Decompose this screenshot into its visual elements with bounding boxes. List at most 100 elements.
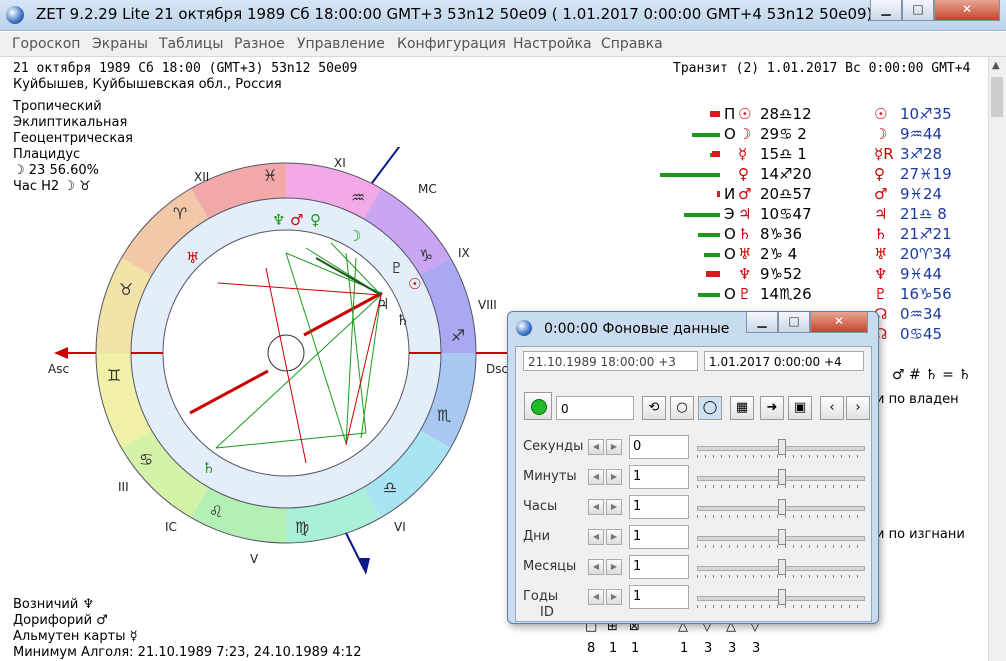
- menu-control[interactable]: Управление: [297, 36, 385, 52]
- step-slider[interactable]: [695, 465, 867, 489]
- menu-horoscope[interactable]: Гороскоп: [12, 36, 80, 52]
- natal-position: 20♎57: [760, 185, 812, 203]
- planet-mars[interactable]: ♂: [290, 211, 303, 229]
- scroll-up-arrow[interactable]: ▲: [992, 60, 1000, 71]
- increment-button[interactable]: ▶: [606, 529, 622, 545]
- step-value-input[interactable]: 0: [629, 435, 689, 459]
- house-ic: IC: [165, 520, 177, 534]
- setting-zodiac: Тропический: [13, 99, 102, 114]
- menu-misc[interactable]: Разное: [234, 36, 285, 52]
- save-icon[interactable]: ▣: [788, 396, 812, 420]
- footer-algol: Минимум Алголя: 21.10.1989 7:23, 24.10.1…: [13, 645, 362, 660]
- decrement-button[interactable]: ◀: [588, 439, 604, 455]
- dialog-minimize-button[interactable]: ▁: [746, 312, 778, 333]
- aspect-count: 1: [680, 641, 689, 656]
- slider-knob[interactable]: [778, 469, 786, 485]
- menu-configuration[interactable]: Конфигурация: [397, 36, 506, 52]
- natal-datetime-field[interactable]: 21.10.1989 18:00:00 +3: [523, 351, 698, 371]
- dialog-title: 0:00:00 Фоновые данные: [544, 321, 730, 337]
- vertical-scrollbar[interactable]: ▲: [988, 57, 1006, 661]
- slider-knob[interactable]: [778, 589, 786, 605]
- menu-settings[interactable]: Настройка: [513, 36, 592, 52]
- run-button[interactable]: [524, 392, 552, 420]
- slider-knob[interactable]: [778, 439, 786, 455]
- slider-knob[interactable]: [778, 559, 786, 575]
- menu-screens[interactable]: Экраны: [92, 36, 148, 52]
- dialog-body: 21.10.1989 18:00:00 +3 1.01.2017 0:00:00…: [515, 346, 872, 622]
- prev-button[interactable]: ‹: [820, 396, 844, 420]
- step-value-input[interactable]: 1: [629, 555, 689, 579]
- planet-saturn[interactable]: ♄: [396, 311, 409, 329]
- step-slider[interactable]: [695, 495, 867, 519]
- horoscope-wheel[interactable]: XII XI MC IX VIII Dsc VI V IC III Asc ♓ …: [40, 147, 520, 587]
- step-value-input[interactable]: 1: [629, 525, 689, 549]
- decrement-button[interactable]: ◀: [588, 529, 604, 545]
- sign-libra: ♎: [383, 478, 397, 497]
- next-button[interactable]: ›: [846, 396, 870, 420]
- close-button[interactable]: ✕: [934, 0, 1000, 21]
- footer-charioteer: Возничий ♆: [13, 597, 95, 612]
- planet-uranus[interactable]: ♅: [186, 249, 199, 267]
- house-ix: IX: [458, 246, 470, 260]
- step-value-input[interactable]: 1: [629, 585, 689, 609]
- step-slider[interactable]: [695, 555, 867, 579]
- sign-taurus: ♉: [119, 280, 133, 299]
- dialog-maximize-button[interactable]: □: [778, 312, 810, 333]
- step-slider[interactable]: [695, 435, 867, 459]
- planet-jupiter[interactable]: ♃: [376, 295, 389, 313]
- step-row-label: Секунды: [523, 439, 584, 454]
- step-row-label: Часы: [523, 499, 558, 514]
- menu-bar: Гороскоп Экраны Таблицы Разное Управлени…: [0, 32, 1006, 57]
- step-value-input[interactable]: 1: [629, 465, 689, 489]
- planet-moon[interactable]: ☽: [348, 227, 361, 245]
- transit-position: 16♑56: [900, 285, 952, 303]
- increment-button[interactable]: ▶: [606, 559, 622, 575]
- reset-icon[interactable]: ⟲: [642, 396, 666, 420]
- decrement-button[interactable]: ◀: [588, 589, 604, 605]
- natal-line: 21 октября 1989 Сб 18:00 (GMT+3) 53n12 5…: [13, 61, 358, 76]
- calendar-icon[interactable]: ▦: [730, 396, 754, 420]
- scroll-thumb[interactable]: [991, 77, 1003, 117]
- planet-venus[interactable]: ♀: [310, 211, 321, 229]
- minimize-button[interactable]: ▁: [870, 0, 902, 21]
- step-field[interactable]: 0: [556, 396, 634, 420]
- planet-row: ♀ 14♐20 ♀ 27♓19: [660, 165, 980, 185]
- step-slider[interactable]: [695, 585, 867, 609]
- slider-knob[interactable]: [778, 529, 786, 545]
- planet-row: П ☉ 28♎12 ☉ 10♐35: [680, 105, 980, 125]
- small-circle-icon[interactable]: ○: [670, 396, 694, 420]
- house-v: V: [250, 552, 259, 566]
- aspect-letter: И: [724, 185, 736, 203]
- planet-pluto[interactable]: ♇: [390, 259, 403, 277]
- background-data-dialog[interactable]: 0:00:00 Фоновые данные ▁ □ ✕ 21.10.1989 …: [507, 311, 879, 624]
- maximize-button[interactable]: □: [902, 0, 934, 21]
- dialog-close-button[interactable]: ✕: [810, 312, 868, 333]
- export-icon[interactable]: ➜: [760, 396, 784, 420]
- menu-help[interactable]: Справка: [601, 36, 663, 52]
- transit-planet-glyph: ♆: [874, 265, 888, 283]
- slider-knob[interactable]: [778, 499, 786, 515]
- planet-sun[interactable]: ☉: [408, 275, 421, 293]
- sign-gemini: ♊: [107, 366, 121, 385]
- step-slider[interactable]: [695, 525, 867, 549]
- increment-button[interactable]: ▶: [606, 589, 622, 605]
- natal-position: 2♑ 4: [760, 245, 798, 263]
- step-value-input[interactable]: 1: [629, 495, 689, 519]
- increment-button[interactable]: ▶: [606, 499, 622, 515]
- aspect-count: 1: [631, 641, 640, 656]
- decrement-button[interactable]: ◀: [588, 499, 604, 515]
- natal-position: 28♎12: [760, 105, 812, 123]
- increment-button[interactable]: ▶: [606, 439, 622, 455]
- transit-datetime-field[interactable]: 1.01.2017 0:00:00 +4: [704, 351, 864, 371]
- decrement-button[interactable]: ◀: [588, 559, 604, 575]
- menu-tables[interactable]: Таблицы: [159, 36, 223, 52]
- aspect-count: 8: [587, 641, 596, 656]
- decrement-button[interactable]: ◀: [588, 469, 604, 485]
- planet-saturn-2[interactable]: ♄: [202, 459, 215, 477]
- red-strength-bar: [712, 151, 720, 157]
- aspect-letter: О: [724, 125, 736, 143]
- circle-icon[interactable]: ◯: [698, 396, 722, 420]
- app-icon[interactable]: [6, 6, 24, 24]
- increment-button[interactable]: ▶: [606, 469, 622, 485]
- planet-neptune[interactable]: ♆: [272, 211, 285, 229]
